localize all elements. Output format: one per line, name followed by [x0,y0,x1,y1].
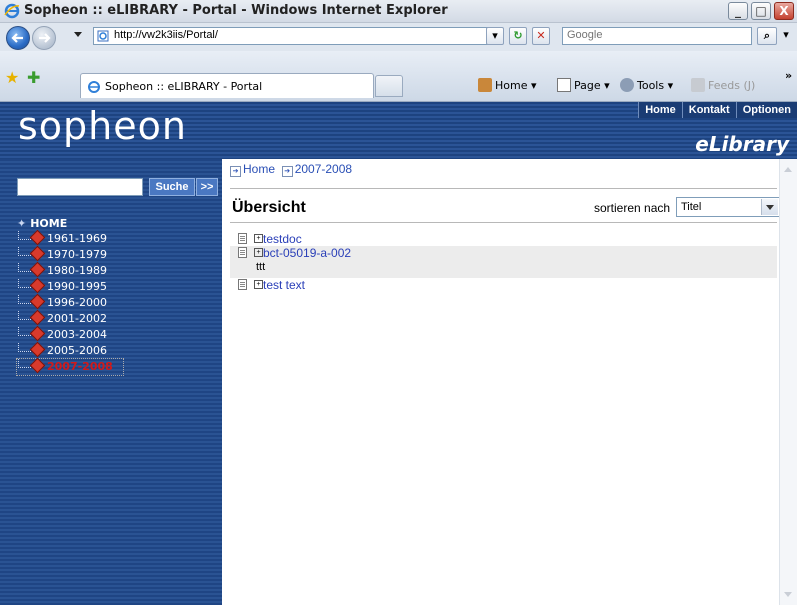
site-header: sopheon Home Kontakt Optionen eLibrary [0,102,797,159]
breadcrumb: ➔ Home ➔ 2007-2008 [230,162,352,177]
search-button[interactable]: ⌕ [757,27,777,45]
scroll-up-icon[interactable] [784,167,792,172]
web-page: sopheon Home Kontakt Optionen eLibrary S… [0,102,797,605]
document-link[interactable]: bct-05019-a-002 [263,246,351,260]
page-icon [97,30,109,42]
new-tab-button[interactable] [375,75,403,97]
maximize-button[interactable]: □ [751,2,771,20]
back-button[interactable] [6,26,30,50]
address-toolbar: ▾ ↻ ✕ ⌕ ▾ [0,23,797,51]
nav-kontakt-link[interactable]: Kontakt [681,102,736,118]
home-node-icon: ✦ [17,217,27,230]
url-input[interactable] [114,29,474,41]
tab-portal[interactable]: Sopheon :: eLIBRARY - Portal [80,73,374,98]
document-link[interactable]: testdoc [263,232,302,246]
vertical-scrollbar[interactable] [779,159,797,605]
favorites-star-icon[interactable]: ★ [5,68,19,88]
close-window-button[interactable]: X [774,2,794,20]
divider [230,222,777,223]
expand-icon[interactable]: + [254,234,263,243]
address-dropdown-button[interactable]: ▾ [486,27,504,45]
expand-icon[interactable]: + [254,280,263,289]
feed-icon [691,78,705,92]
forward-button[interactable] [32,26,56,50]
minimize-button[interactable]: _ [728,2,748,20]
nav-home-link[interactable]: Home [638,102,682,118]
tab-toolbar: ★ ✚ Sopheon :: eLIBRARY - Portal Home ▾ … [0,51,797,102]
breadcrumb-2007-2008-link[interactable]: 2007-2008 [295,162,352,176]
tools-command[interactable]: Tools ▾ [620,78,673,92]
search-options-button[interactable]: ▾ [779,27,793,45]
document-description: ttt [256,261,266,273]
feeds-command[interactable]: Feeds (J) [691,78,755,92]
search-box[interactable] [562,27,752,45]
site-search-input[interactable] [17,178,143,196]
window-titlebar: Sopheon :: eLIBRARY - Portal - Windows I… [0,0,797,23]
back-arrow-icon [11,33,23,43]
ie-page-icon [88,81,100,93]
document-icon [238,247,247,258]
tab-label: Sopheon :: eLIBRARY - Portal [105,80,263,93]
page-menu-icon [557,78,571,92]
list-item: + testdoc [230,232,777,246]
page-command[interactable]: Page ▾ [557,78,610,92]
history-dropdown-icon[interactable] [74,32,82,37]
elibrary-subtitle: eLibrary [695,132,789,156]
gear-icon [620,78,634,92]
more-commands-button[interactable]: » [785,69,792,82]
sort-label: sortieren nach [594,201,671,215]
search-submit-button[interactable]: Suche [149,178,195,196]
page-title: Übersicht [232,199,306,216]
divider [230,188,777,189]
document-icon [238,279,247,290]
home-icon [478,78,492,92]
tree-item-2007-2008[interactable]: 2007-2008 [16,357,124,376]
breadcrumb-home-link[interactable]: Home [243,162,275,176]
refresh-button[interactable]: ↻ [509,27,527,45]
expand-icon[interactable]: + [254,248,263,257]
tree-root-home[interactable]: ✦ HOME [17,217,67,230]
breadcrumb-arrow-icon: ➔ [230,166,241,177]
list-item: + test text [230,278,777,292]
document-link[interactable]: test text [263,278,305,292]
list-item: + bct-05019-a-002 ttt [230,246,777,278]
forward-arrow-icon [39,33,51,43]
chevron-down-icon[interactable] [761,199,778,215]
scroll-down-icon[interactable] [784,592,792,597]
folder-diamond-icon [29,357,46,374]
add-favorites-icon[interactable]: ✚ [27,68,40,88]
search-go-button[interactable]: >> [196,178,218,196]
sort-selected-value: Titel [681,201,702,213]
web-search-input[interactable] [567,29,747,41]
magnifier-icon: ⌕ [763,29,771,42]
sopheon-logo[interactable]: sopheon [18,104,187,148]
window-title: Sopheon :: eLIBRARY - Portal - Windows I… [24,3,448,18]
home-command[interactable]: Home ▾ [478,78,537,92]
nav-optionen-link[interactable]: Optionen [735,102,797,118]
document-icon [238,233,247,244]
internet-explorer-icon [4,3,20,19]
top-navigation: Home Kontakt Optionen [638,102,797,118]
breadcrumb-arrow-icon: ➔ [281,166,293,177]
sort-select[interactable]: Titel [676,197,780,217]
address-bar[interactable] [93,27,493,45]
stop-button[interactable]: ✕ [532,27,550,45]
